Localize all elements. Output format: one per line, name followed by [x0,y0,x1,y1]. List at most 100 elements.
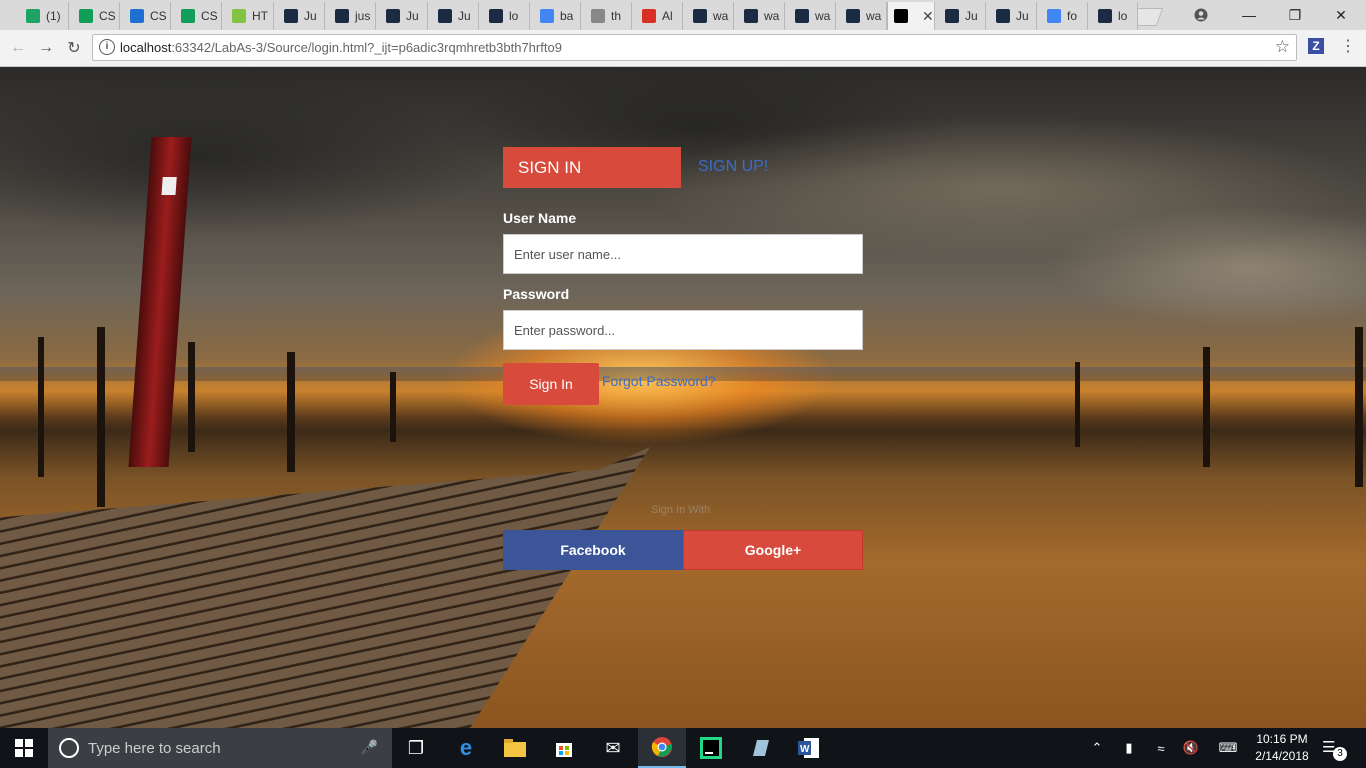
file-explorer-icon[interactable] [491,728,539,768]
bookmark-star-icon[interactable]: ☆ [1275,37,1290,57]
browser-tab[interactable]: wa [785,2,836,30]
taskbar-clock[interactable]: 10:16 PM 2/14/2018 [1248,731,1316,765]
mail-icon[interactable]: ✉ [589,728,637,768]
browser-tab[interactable]: jus [325,2,376,30]
login-tabs: SIGN IN SIGN UP! [503,147,863,188]
password-input[interactable] [503,310,863,350]
wix-icon [232,9,246,23]
taskbar-search-placeholder: Type here to search [88,740,221,757]
tab-sign-up[interactable]: SIGN UP! [698,158,768,176]
facebook-button[interactable]: Facebook [503,530,683,570]
browser-tab[interactable]: CS [120,2,171,30]
browser-tab[interactable]: CS [171,2,222,30]
browser-tab[interactable]: ✕ [887,2,935,30]
windows-start-icon[interactable] [0,728,48,768]
action-center-icon[interactable]: ☰ 3 [1322,738,1347,761]
password-label: Password [503,286,570,302]
browser-tab[interactable]: Ju [986,2,1037,30]
fence-post [38,337,44,477]
fence-post [1355,327,1363,487]
info-icon[interactable]: i [99,39,115,55]
browser-tab[interactable]: wa [836,2,887,30]
sign-in-button[interactable]: Sign In [503,363,599,405]
browser-tab-label: Ju [965,9,978,23]
browser-tab-label: CS [99,9,116,23]
notification-icon [26,9,40,23]
browser-tab-label: Ju [458,9,471,23]
back-icon[interactable]: ← [6,36,30,60]
browser-tab[interactable]: Ju [428,2,479,30]
fence-post [390,372,396,442]
profile-icon[interactable] [1178,0,1224,30]
cortana-icon[interactable] [59,738,79,758]
close-icon[interactable]: ✕ [1318,0,1364,30]
url-path: :63342/LabAs-3/Source/login.html?_ijt=p6… [171,40,562,55]
webstorm-icon [945,9,959,23]
page-background: SIGN IN SIGN UP! User Name Password Sign… [0,67,1366,728]
login-form: SIGN IN SIGN UP! User Name Password Sign… [503,147,863,570]
word-icon[interactable]: W [785,728,833,768]
sheets-icon [79,9,93,23]
notes-app-icon[interactable] [736,728,784,768]
username-input[interactable] [503,234,863,274]
webstorm-icon [1098,9,1112,23]
reload-icon[interactable]: ↻ [62,36,86,60]
sign-plate [161,177,177,195]
browser-tab-label: fo [1067,9,1078,23]
webstorm-icon [438,9,452,23]
minimize-icon[interactable]: — [1226,0,1272,30]
fence-post [1075,362,1080,447]
forgot-password-link[interactable]: Forgot Password? [602,373,716,389]
browser-tab-label: wa [713,9,729,23]
keyboard-icon[interactable]: ⌨ [1214,728,1242,768]
browser-tab[interactable]: Ju [376,2,428,30]
chrome-icon[interactable] [638,728,686,768]
browser-tab[interactable]: wa [734,2,785,30]
browser-tab-label: th [611,9,622,23]
store-icon[interactable] [540,728,588,768]
menu-icon[interactable]: ⋮ [1340,36,1356,56]
fence-post [287,352,295,472]
browser-tab-label: lo [1118,9,1128,23]
restore-icon[interactable]: ❐ [1272,0,1318,30]
browser-toolbar: ← → ↻ i localhost:63342/LabAs-3/Source/l… [0,30,1366,67]
browser-tab-label: CS [150,9,167,23]
wifi-icon[interactable]: ≈ [1150,728,1172,768]
volume-muted-icon[interactable]: 🔇 [1180,728,1202,768]
browser-tab[interactable]: Al [632,2,683,30]
browser-tab[interactable]: wa [683,2,734,30]
browser-tab-label: wa [866,9,882,23]
browser-tab[interactable]: Ju [274,2,325,30]
browser-tab[interactable]: Ju [935,2,986,30]
forward-icon[interactable]: → [34,36,58,60]
webstorm-icon [996,9,1010,23]
browser-tab[interactable]: lo [1088,2,1138,30]
show-hidden-icons-icon[interactable]: ⌃ [1086,728,1108,768]
task-view-icon[interactable]: ❐ [392,728,440,768]
url-text[interactable]: localhost:63342/LabAs-3/Source/login.htm… [120,40,562,55]
edge-icon[interactable]: e [442,728,490,768]
tab-sign-in[interactable]: SIGN IN [503,147,681,188]
browser-tab-label: Ju [1016,9,1029,23]
browser-tab[interactable]: ba [530,2,581,30]
browser-tab[interactable]: HT [222,2,274,30]
browser-tab-label: CS [201,9,218,23]
address-bar[interactable]: i localhost:63342/LabAs-3/Source/login.h… [92,34,1297,61]
taskbar-search[interactable]: Type here to search 🎤 [48,728,392,768]
google-plus-button[interactable]: Google+ [683,530,863,570]
battery-icon[interactable]: ▮ [1118,728,1140,768]
browser-tab[interactable]: CS [69,2,120,30]
browser-tab-label: lo [509,9,519,23]
browser-tab[interactable]: lo [479,2,530,30]
browser-tab[interactable]: fo [1037,2,1088,30]
close-tab-icon[interactable]: ✕ [922,8,934,25]
microphone-icon[interactable]: 🎤 [361,739,378,756]
webstorm-icon [335,9,349,23]
browser-tab[interactable]: (1) [16,2,69,30]
browser-tab[interactable]: th [581,2,632,30]
fence-post [1203,347,1210,467]
extension-icon[interactable]: Z [1308,38,1324,54]
svg-text:W: W [800,744,810,755]
fence-post [97,327,105,507]
webstorm-icon[interactable] [687,728,735,768]
